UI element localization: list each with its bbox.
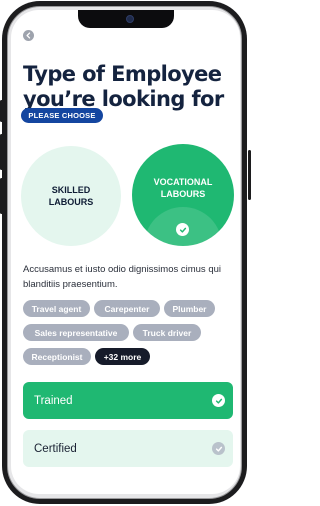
option-certified-check — [212, 442, 225, 455]
chip-carepenter[interactable]: Carepenter — [94, 300, 160, 317]
chip-receptionist[interactable]: Receptionist — [23, 348, 91, 365]
mute-switch — [0, 100, 3, 122]
category-skilled-line2: LABOURS — [48, 197, 94, 207]
option-trained-label: Trained — [34, 394, 73, 407]
check-icon — [215, 446, 222, 452]
chip-truck-driver[interactable]: Truck driver — [133, 324, 201, 341]
chip-travel-agent[interactable]: Travel agent — [23, 300, 90, 317]
category-skilled-label: SKILLED LABOURS — [49, 184, 94, 208]
option-certified-label: Certified — [34, 442, 77, 455]
category-vocational-line2: LABOURS — [160, 189, 206, 199]
category-vocational-label: VOCATIONAL LABOURS — [154, 176, 213, 200]
check-icon — [215, 398, 222, 404]
option-trained-check — [212, 394, 225, 407]
please-choose-badge: PLEASE CHOOSE — [21, 108, 103, 123]
power-button — [248, 150, 251, 200]
chip-sales-representative[interactable]: Sales representative — [23, 324, 129, 341]
category-skilled-line1: SKILLED — [51, 185, 91, 195]
category-skilled-labours[interactable]: SKILLED LABOURS — [21, 146, 121, 246]
category-vocational-line1: VOCATIONAL — [153, 177, 213, 187]
selected-check-badge — [176, 223, 189, 236]
page-title: Type of Employee you’re looking for — [23, 62, 238, 112]
chip-more-button[interactable]: +32 more — [95, 348, 150, 365]
volume-up-button — [0, 134, 3, 170]
chevron-left-icon — [26, 32, 31, 39]
notch — [77, 10, 174, 28]
chip-plumber[interactable]: Plumber — [164, 300, 215, 317]
app-screen: Type of Employee you’re looking for PLEA… — [11, 10, 240, 494]
check-icon — [179, 227, 186, 233]
front-camera — [125, 15, 134, 23]
back-button[interactable] — [23, 30, 34, 41]
option-trained[interactable]: Trained — [23, 382, 233, 419]
description-text: Accusamus et iusto odio dignissimos cimu… — [23, 264, 222, 290]
page-title-line1: Type of Employee — [23, 62, 222, 86]
category-vocational-labours[interactable]: VOCATIONAL LABOURS — [132, 144, 234, 246]
option-certified[interactable]: Certified — [23, 430, 233, 467]
volume-down-button — [0, 178, 3, 214]
